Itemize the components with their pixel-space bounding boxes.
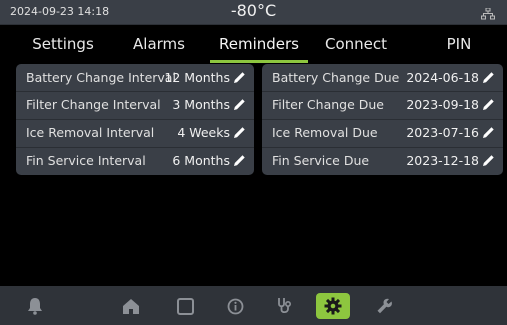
pencil-icon[interactable]: [482, 154, 495, 167]
interval-value[interactable]: 4 Weeks: [177, 125, 230, 140]
bottom-nav: [0, 286, 507, 325]
info-icon[interactable]: [222, 293, 248, 319]
due-value[interactable]: 2023-07-16: [406, 125, 479, 140]
due-value[interactable]: 2023-12-18: [406, 153, 479, 168]
interval-row: Filter Change Interval 3 Months: [16, 92, 254, 118]
interval-label: Filter Change Interval: [26, 97, 161, 112]
due-label: Fin Service Due: [272, 153, 370, 168]
pencil-icon[interactable]: [233, 154, 246, 167]
interval-panel: Battery Change Interval 12 Months Filter…: [16, 64, 254, 175]
due-row: Filter Change Due 2023-09-18: [262, 92, 503, 118]
status-bar: 2024-09-23 14:18 -80°C: [0, 0, 507, 25]
pencil-icon[interactable]: [233, 126, 246, 139]
pencil-icon[interactable]: [482, 98, 495, 111]
interval-row: Battery Change Interval 12 Months: [16, 65, 254, 91]
tab-reminders[interactable]: Reminders: [210, 30, 308, 63]
square-icon[interactable]: [172, 293, 198, 319]
tab-settings[interactable]: Settings: [18, 30, 108, 60]
interval-row: Ice Removal Interval 4 Weeks: [16, 120, 254, 146]
pencil-icon[interactable]: [233, 98, 246, 111]
chamber-temperature: -80°C: [230, 1, 277, 20]
due-row: Ice Removal Due 2023-07-16: [262, 120, 503, 146]
due-date-panel: Battery Change Due 2024-06-18 Filter Cha…: [262, 64, 503, 175]
due-label: Battery Change Due: [272, 70, 400, 85]
gear-icon[interactable]: [316, 293, 350, 319]
tab-pin[interactable]: PIN: [418, 30, 500, 60]
interval-value[interactable]: 3 Months: [172, 97, 230, 112]
due-label: Ice Removal Due: [272, 125, 378, 140]
interval-value[interactable]: 6 Months: [172, 153, 230, 168]
interval-label: Ice Removal Interval: [26, 125, 155, 140]
due-row: Fin Service Due 2023-12-18: [262, 148, 503, 174]
tab-connect[interactable]: Connect: [315, 30, 397, 60]
pencil-icon[interactable]: [482, 126, 495, 139]
pencil-icon[interactable]: [233, 71, 246, 84]
tab-alarms[interactable]: Alarms: [120, 30, 198, 60]
interval-value[interactable]: 12 Months: [164, 70, 230, 85]
stethoscope-icon[interactable]: [272, 293, 298, 319]
network-icon: [481, 5, 495, 24]
due-value[interactable]: 2023-09-18: [406, 97, 479, 112]
due-label: Filter Change Due: [272, 97, 384, 112]
interval-label: Battery Change Interval: [26, 70, 176, 85]
interval-row: Fin Service Interval 6 Months: [16, 148, 254, 174]
wrench-icon[interactable]: [372, 293, 398, 319]
interval-label: Fin Service Interval: [26, 153, 146, 168]
bell-icon[interactable]: [22, 293, 48, 319]
tab-bar: Settings Alarms Reminders Connect PIN: [0, 30, 507, 63]
due-value[interactable]: 2024-06-18: [406, 70, 479, 85]
due-row: Battery Change Due 2024-06-18: [262, 65, 503, 91]
pencil-icon[interactable]: [482, 71, 495, 84]
home-icon[interactable]: [118, 293, 144, 319]
